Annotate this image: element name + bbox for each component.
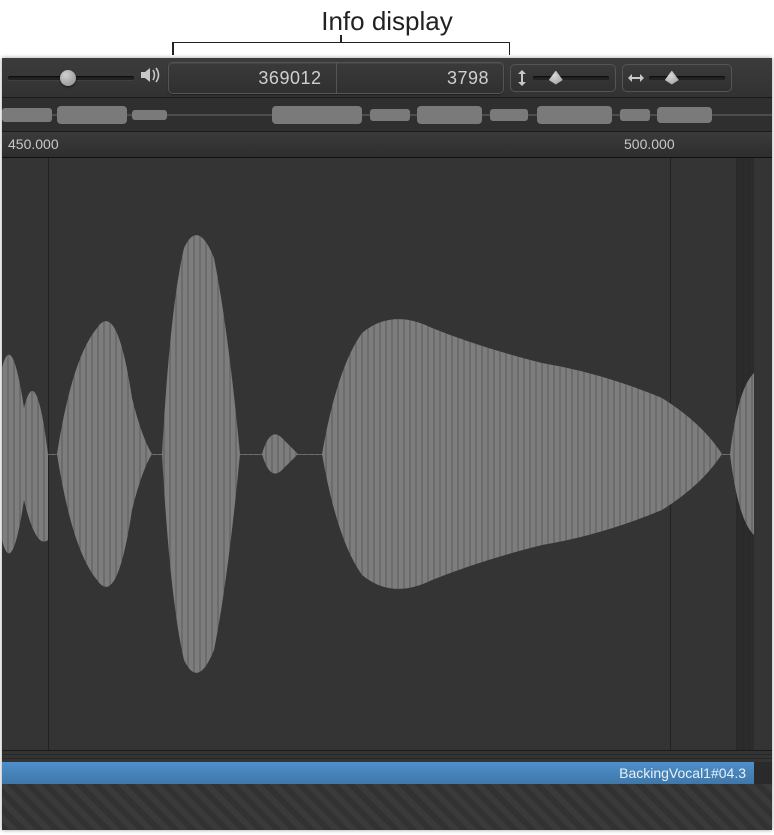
callout-label: Info display xyxy=(0,6,774,37)
volume-icon xyxy=(140,66,162,89)
empty-track-area xyxy=(2,784,772,830)
info-position[interactable]: 369012 xyxy=(169,63,337,93)
volume-thumb[interactable] xyxy=(60,70,76,86)
audio-file-editor: 369012 3798 xyxy=(2,58,772,830)
horizontal-zoom-track[interactable] xyxy=(649,76,725,80)
waveform-svg xyxy=(2,158,754,750)
volume-slider[interactable] xyxy=(8,66,162,89)
audio-region[interactable]: BackingVocal1#04.3 xyxy=(2,762,754,784)
horizontal-zoom-thumb[interactable] xyxy=(665,71,679,85)
info-length[interactable]: 3798 xyxy=(337,63,504,93)
horizontal-zoom-icon xyxy=(627,71,645,85)
toolbar: 369012 3798 xyxy=(2,58,772,98)
volume-track[interactable] xyxy=(8,76,134,80)
vertical-zoom-icon xyxy=(515,69,529,87)
ruler-tick: 500.000 xyxy=(624,136,675,152)
channel-divider xyxy=(2,750,772,762)
vertical-zoom-thumb[interactable] xyxy=(549,71,563,85)
region-lane[interactable]: BackingVocal1#04.3 xyxy=(2,762,772,784)
waveform-overview[interactable] xyxy=(2,98,772,132)
vertical-zoom-track[interactable] xyxy=(533,76,609,80)
ruler-tick: 450.000 xyxy=(8,136,59,152)
ruler[interactable]: 450.000 500.000 xyxy=(2,132,772,158)
horizontal-zoom-slider[interactable] xyxy=(622,64,732,92)
callout-bracket xyxy=(172,42,510,56)
vertical-zoom-slider[interactable] xyxy=(510,64,616,92)
info-display[interactable]: 369012 3798 xyxy=(168,62,504,94)
waveform-display[interactable] xyxy=(2,158,772,750)
